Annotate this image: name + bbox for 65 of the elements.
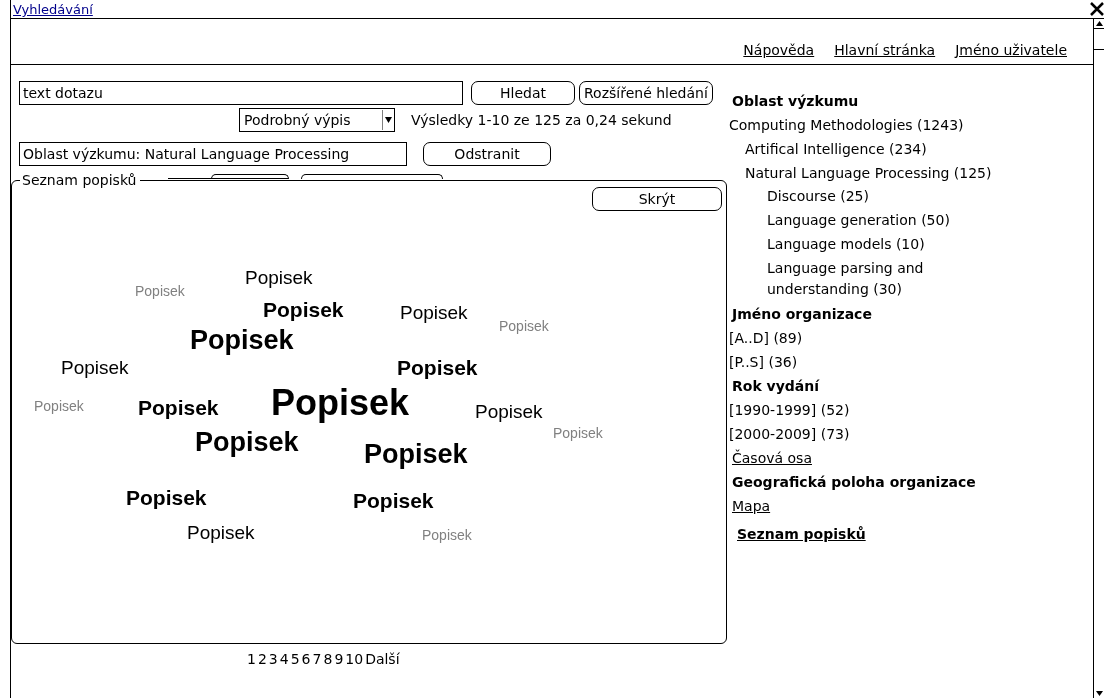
page-link[interactable]: 2	[257, 651, 267, 667]
facet-item[interactable]: Language generation (50)	[729, 210, 987, 231]
tag-link[interactable]: Popisek	[422, 528, 472, 544]
nav-link[interactable]: Hlavní stránka	[834, 25, 936, 58]
tag-link[interactable]: Popisek	[126, 486, 207, 510]
facet-heading: Oblast výzkumu	[731, 92, 860, 111]
page-link[interactable]: 5	[290, 651, 300, 667]
search-button[interactable]: Rozšířené hledání	[579, 81, 713, 105]
tag-link[interactable]: Popisek	[271, 383, 410, 423]
tag-link[interactable]: Popisek	[263, 298, 344, 322]
page-link[interactable]: 7	[312, 651, 322, 667]
tag-link[interactable]: Popisek	[190, 326, 294, 356]
facet-item[interactable]: [2000-2009] (73)	[729, 422, 1093, 446]
hide-button[interactable]: Skrýt	[592, 187, 722, 211]
nav-link[interactable]: Jméno uživatele	[955, 25, 1067, 58]
facet-item[interactable]: [P..S] (36)	[729, 350, 1093, 374]
facet-link[interactable]: Mapa	[729, 494, 1093, 518]
facet-item[interactable]: Artifical Intelligence (234)	[729, 137, 1093, 161]
results-count: Výsledky 1-10 ze 125 za 0,24 sekund	[411, 112, 672, 128]
tag-link[interactable]: Popisek	[553, 426, 603, 442]
tag-link[interactable]: Popisek	[138, 396, 219, 420]
page-link[interactable]: 3	[268, 651, 278, 667]
page-link[interactable]: 6	[301, 651, 311, 667]
facet-item[interactable]: Discourse (25)	[729, 186, 987, 207]
page-link[interactable]: 4	[279, 651, 289, 667]
remove-button[interactable]: Odstranit	[423, 142, 551, 166]
tag-list-link[interactable]: Seznam popisků	[729, 526, 1093, 542]
tag-link[interactable]: Popisek	[34, 399, 84, 415]
tag-link[interactable]: Popisek	[475, 402, 543, 423]
tag-link[interactable]: Popisek	[353, 489, 434, 513]
page-link[interactable]: 1	[247, 651, 256, 667]
facet-heading: Geografická poloha organizace	[731, 473, 977, 492]
facet-heading: Rok vydání	[731, 377, 821, 396]
next-link[interactable]: Další	[365, 651, 400, 667]
view-dropdown[interactable]: Podrobný výpis	[239, 108, 395, 132]
facet-link[interactable]: Časová osa	[729, 446, 1093, 470]
panel-title: Seznam popisků	[20, 172, 141, 188]
caret-icon	[382, 110, 394, 130]
facet-item[interactable]: Computing Methodologies (1243)	[729, 113, 1093, 137]
tag-link[interactable]: Popisek	[499, 319, 549, 335]
facet-heading: Jméno organizace	[730, 305, 873, 324]
nav-link[interactable]: Nápověda	[743, 25, 815, 58]
tag-link[interactable]: Popisek	[187, 523, 255, 544]
page-link[interactable]: 9	[334, 651, 344, 667]
facet-item[interactable]: [1990-1999] (52)	[729, 398, 1093, 422]
facet-item[interactable]: Natural Language Processing (125)	[729, 161, 1093, 185]
tag-link[interactable]: Popisek	[364, 440, 468, 470]
tag-link[interactable]: Popisek	[397, 356, 478, 380]
page-link[interactable]: 8	[323, 651, 333, 667]
tag-link[interactable]: Popisek	[61, 358, 129, 379]
tag-link[interactable]: Popisek	[135, 284, 185, 300]
page-link[interactable]: 10	[345, 651, 364, 667]
scroll-down-icon[interactable]	[1094, 689, 1104, 698]
filter-field[interactable]: Oblast výzkumu: Natural Language Processing	[19, 142, 407, 166]
close-icon[interactable]	[1090, 2, 1104, 16]
window-title[interactable]: Vyhledávání	[13, 2, 93, 18]
scroll-up-icon[interactable]	[1094, 19, 1104, 28]
tag-link[interactable]: Popisek	[245, 268, 313, 289]
facet-item[interactable]: Language models (10)	[729, 234, 987, 255]
facet-item[interactable]: [A..D] (89)	[729, 326, 1093, 350]
facet-item[interactable]: Language parsing and understanding (30)	[729, 258, 987, 300]
tag-link[interactable]: Popisek	[400, 303, 468, 324]
search-button[interactable]: Hledat	[471, 81, 575, 105]
tag-link[interactable]: Popisek	[195, 428, 299, 458]
search-field[interactable]: text dotazu	[19, 81, 463, 105]
